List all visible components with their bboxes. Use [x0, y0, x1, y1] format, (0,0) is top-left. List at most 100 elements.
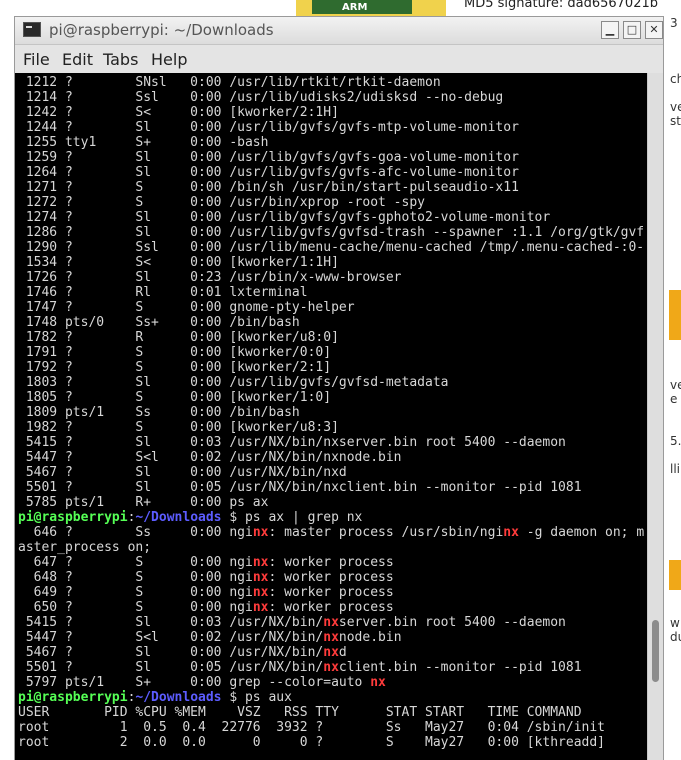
- prompt-user: pi@raspberrypi: [18, 690, 128, 705]
- terminal-text: 1274 ? Sl 0:00 /usr/lib/gvfs/gvfs-gphoto…: [18, 210, 551, 225]
- terminal-scrollbar[interactable]: [647, 73, 663, 760]
- terminal-text: 5467 ? Sl 0:00 /usr/NX/bin/nxd: [18, 465, 347, 480]
- terminal-line: 5467 ? Sl 0:00 /usr/NX/bin/nxd: [18, 465, 644, 480]
- grep-match: nx: [323, 630, 339, 645]
- terminal-text: 1286 ? Sl 0:00 /usr/lib/gvfs/gvfsd-trash…: [18, 225, 645, 240]
- grep-match: nx: [252, 525, 269, 540]
- grep-match: nx: [323, 645, 339, 660]
- terminal-text: $ ps ax | grep nx: [221, 510, 363, 525]
- terminal-icon: [23, 22, 41, 37]
- terminal-line: USER PID %CPU %MEM VSZ RSS TTY STAT STAR…: [18, 705, 644, 720]
- terminal-text: 5415 ? Sl 0:03 /usr/NX/bin/: [18, 615, 324, 630]
- maximize-button[interactable]: □: [623, 21, 641, 39]
- terminal-line: 5447 ? S<l 0:02 /usr/NX/bin/nxnode.bin: [18, 450, 644, 465]
- terminal-output[interactable]: 1212 ? SNsl 0:00 /usr/lib/rtkit/rtkit-da…: [15, 73, 647, 760]
- background-text-fragment: sta: [670, 114, 681, 128]
- terminal-line: 1255 tty1 S+ 0:00 -bash: [18, 135, 644, 150]
- terminal-text: aster_process on;: [18, 540, 152, 555]
- terminal-line: 1803 ? Sl 0:00 /usr/lib/gvfs/gvfsd-metad…: [18, 375, 644, 390]
- background-text-fragment: 3: [670, 16, 678, 30]
- terminal-text: 1726 ? Sl 0:23 /usr/bin/x-www-browser: [18, 270, 402, 285]
- terminal-text: 1271 ? S 0:00 /bin/sh /usr/bin/start-pul…: [18, 180, 519, 195]
- terminal-text: 1259 ? Sl 0:00 /usr/lib/gvfs/gvfs-goa-vo…: [18, 150, 519, 165]
- terminal-text: 1982 ? S 0:00 [kworker/u8:3]: [18, 420, 339, 435]
- terminal-text: 1212 ? SNsl 0:00 /usr/lib/rtkit/rtkit-da…: [18, 75, 441, 90]
- terminal-text: 5415 ? Sl 0:03 /usr/NX/bin/nxserver.bin …: [18, 435, 566, 450]
- background-text-fragment: ve: [670, 100, 681, 114]
- terminal-line: 1809 pts/1 Ss 0:00 /bin/bash: [18, 405, 644, 420]
- terminal-text: 1748 pts/0 Ss+ 0:00 /bin/bash: [18, 315, 300, 330]
- grep-match: nx: [252, 600, 269, 615]
- terminal-text: 650 ? S 0:00 ngi: [18, 600, 253, 615]
- background-orange-button: [669, 290, 681, 340]
- terminal-text: 1255 tty1 S+ 0:00 -bash: [18, 135, 269, 150]
- menu-edit[interactable]: Edit: [62, 50, 93, 69]
- terminal-line: 648 ? S 0:00 nginx: worker process: [18, 570, 644, 585]
- md5-signature-label: MD5 signature: dad6567021b: [464, 0, 658, 11]
- terminal-text: 5501 ? Sl 0:05 /usr/NX/bin/: [18, 660, 324, 675]
- prompt-path: ~/Downloads: [135, 690, 222, 705]
- terminal-text: -g daemon on; m: [518, 525, 645, 540]
- terminal-line: 1791 ? S 0:00 [kworker/0:0]: [18, 345, 644, 360]
- menu-tabs[interactable]: Tabs: [103, 50, 138, 69]
- terminal-line: pi@raspberrypi:~/Downloads $ ps aux: [18, 690, 644, 705]
- terminal-text: 1272 ? S 0:00 /usr/bin/xprop -root -spy: [18, 195, 425, 210]
- terminal-text: node.bin: [338, 630, 402, 645]
- terminal-text: 1803 ? Sl 0:00 /usr/lib/gvfs/gvfsd-metad…: [18, 375, 449, 390]
- terminal-line: 5447 ? S<l 0:02 /usr/NX/bin/nxnode.bin: [18, 630, 644, 645]
- terminal-text: d: [338, 645, 347, 660]
- terminal-text: 648 ? S 0:00 ngi: [18, 570, 253, 585]
- terminal-text: : worker process: [268, 600, 394, 615]
- terminal-line: 1746 ? Rl 0:01 lxterminal: [18, 285, 644, 300]
- terminal-line: 1264 ? Sl 0:00 /usr/lib/gvfs/gvfs-afc-vo…: [18, 165, 644, 180]
- terminal-text: : worker process: [268, 585, 394, 600]
- terminal-line: aster_process on;: [18, 540, 644, 555]
- background-text-fragment: du: [670, 630, 681, 644]
- terminal-text: $ ps aux: [221, 690, 292, 705]
- menu-help[interactable]: Help: [151, 50, 187, 69]
- terminal-line: 1212 ? SNsl 0:00 /usr/lib/rtkit/rtkit-da…: [18, 75, 644, 90]
- terminal-text: 1244 ? Sl 0:00 /usr/lib/gvfs/gvfs-mtp-vo…: [18, 120, 519, 135]
- close-button[interactable]: ✕: [645, 21, 663, 39]
- menu-bar: File Edit Tabs Help: [15, 45, 663, 73]
- terminal-line: 1272 ? S 0:00 /usr/bin/xprop -root -spy: [18, 195, 644, 210]
- terminal-text: 1805 ? S 0:00 [kworker/1:0]: [18, 390, 332, 405]
- terminal-line: 5785 pts/1 R+ 0:00 ps ax: [18, 495, 644, 510]
- terminal-line: 649 ? S 0:00 nginx: worker process: [18, 585, 644, 600]
- title-bar[interactable]: pi@raspberrypi: ~/Downloads ▁ □ ✕: [15, 17, 663, 45]
- arm-badge-text: ARM: [342, 2, 368, 13]
- terminal-text: 5467 ? Sl 0:00 /usr/NX/bin/: [18, 645, 324, 660]
- terminal-line: 650 ? S 0:00 nginx: worker process: [18, 600, 644, 615]
- terminal-text: USER PID %CPU %MEM VSZ RSS TTY STAT STAR…: [18, 705, 582, 720]
- background-orange-button: [669, 560, 681, 590]
- terminal-line: 1290 ? Ssl 0:00 /usr/lib/menu-cache/menu…: [18, 240, 644, 255]
- background-text-fragment: 5.: [670, 434, 681, 448]
- terminal-lines: 1212 ? SNsl 0:00 /usr/lib/rtkit/rtkit-da…: [18, 75, 644, 750]
- background-text-fragment: ve: [670, 378, 681, 392]
- terminal-text: client.bin --monitor --pid 1081: [338, 660, 582, 675]
- scrollbar-thumb[interactable]: [652, 620, 659, 682]
- grep-match: nx: [252, 570, 269, 585]
- terminal-line: 1214 ? Ssl 0:00 /usr/lib/udisks2/udisksd…: [18, 90, 644, 105]
- terminal-text: 646 ? Ss 0:00 ngi: [18, 525, 253, 540]
- menu-file[interactable]: File: [23, 50, 50, 69]
- terminal-text: 1792 ? S 0:00 [kworker/2:1]: [18, 360, 332, 375]
- terminal-line: 5467 ? Sl 0:00 /usr/NX/bin/nxd: [18, 645, 644, 660]
- terminal-text: : worker process: [268, 570, 394, 585]
- minimize-button[interactable]: ▁: [601, 21, 619, 39]
- terminal-text: 5447 ? S<l 0:02 /usr/NX/bin/: [18, 630, 324, 645]
- terminal-text: server.bin root 5400 --daemon: [338, 615, 566, 630]
- terminal-line: 5797 pts/1 S+ 0:00 grep --color=auto nx: [18, 675, 644, 690]
- terminal-text: root 2 0.0 0.0 0 0 ? S May27 0:00 [kthre…: [18, 735, 605, 750]
- terminal-line: 1242 ? S< 0:00 [kworker/2:1H]: [18, 105, 644, 120]
- background-text-fragment: w: [670, 616, 680, 630]
- grep-match: nx: [503, 525, 519, 540]
- terminal-line: 647 ? S 0:00 nginx: worker process: [18, 555, 644, 570]
- terminal-line: 1748 pts/0 Ss+ 0:00 /bin/bash: [18, 315, 644, 330]
- terminal-text: 5797 pts/1 S+ 0:00 grep --color=auto: [18, 675, 371, 690]
- terminal-line: 1782 ? R 0:00 [kworker/u8:0]: [18, 330, 644, 345]
- terminal-line: 646 ? Ss 0:00 nginx: master process /usr…: [18, 525, 645, 540]
- grep-match: nx: [370, 675, 386, 690]
- grep-match: nx: [323, 660, 339, 675]
- terminal-text: 5447 ? S<l 0:02 /usr/NX/bin/nxnode.bin: [18, 450, 402, 465]
